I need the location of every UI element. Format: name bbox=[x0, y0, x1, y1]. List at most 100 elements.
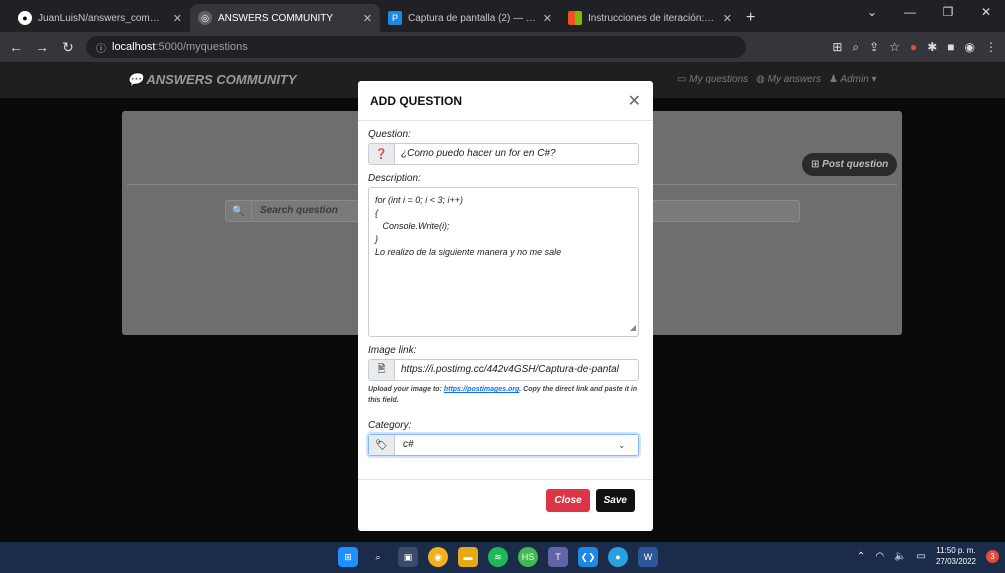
restore-button[interactable]: ❐ bbox=[929, 0, 967, 24]
close-icon[interactable]: ✕ bbox=[723, 12, 732, 25]
tab-title: JuanLuisN/answers_community bbox=[38, 12, 167, 24]
chevron-down-icon[interactable]: ⌄ bbox=[853, 0, 891, 24]
search-icon: 🔍 bbox=[226, 201, 252, 221]
tab-title: Instrucciones de iteración: refere bbox=[588, 12, 717, 24]
image-link-input[interactable]: https://i.postimg.cc/442v4GSH/Captura-de… bbox=[395, 360, 638, 380]
nav-label: My questions bbox=[689, 74, 749, 85]
nav-my-answers[interactable]: ◍ My answers bbox=[756, 74, 821, 85]
tab-title: Captura de pantalla (2) — Postim bbox=[408, 12, 537, 24]
tab-instructions[interactable]: Instrucciones de iteración: refere ✕ bbox=[560, 4, 740, 32]
extension-icon[interactable]: ● bbox=[910, 40, 917, 55]
taskbar-apps: ⊞ ⌕ ▣ ◉ ▬ ≋ HS T ❮❯ ● W bbox=[338, 547, 658, 567]
chrome-icon[interactable]: ◉ bbox=[428, 547, 448, 567]
modal-header: ADD QUESTION ✕ bbox=[358, 81, 653, 121]
nav-my-questions[interactable]: ▭ My questions bbox=[677, 74, 748, 85]
postimages-link[interactable]: https://postimages.org bbox=[444, 386, 519, 393]
hs-icon[interactable]: HS bbox=[518, 547, 538, 567]
tab-postimage[interactable]: P Captura de pantalla (2) — Postim ✕ bbox=[380, 4, 560, 32]
screen: ● JuanLuisN/answers_community ✕ ◎ ANSWER… bbox=[0, 0, 1005, 573]
clock[interactable]: 11:50 p. m. 27/03/2022 bbox=[936, 545, 976, 567]
puzzle-icon[interactable]: ✱ bbox=[927, 40, 937, 55]
close-icon[interactable]: ✕ bbox=[363, 12, 372, 25]
word-icon[interactable]: W bbox=[638, 547, 658, 567]
wifi-icon[interactable]: ◠ bbox=[875, 551, 884, 562]
postimage-icon: P bbox=[388, 11, 402, 25]
back-arrow-icon[interactable]: ← bbox=[8, 39, 24, 55]
description-textarea[interactable]: for (int i = 0; i < 3; i++) { Console.Wr… bbox=[368, 187, 639, 337]
modal-body: Question: ❓ ¿Como puedo hacer un for en … bbox=[358, 121, 653, 456]
image-input-group: 🖹 https://i.postimg.cc/442v4GSH/Captura-… bbox=[368, 359, 639, 381]
description-line: for (int i = 0; i < 3; i++) bbox=[375, 195, 464, 205]
search-input[interactable]: Search question bbox=[252, 201, 338, 221]
spotify-icon[interactable]: ≋ bbox=[488, 547, 508, 567]
folder-icon[interactable]: ▬ bbox=[458, 547, 478, 567]
chevron-down-icon: ⌄ bbox=[618, 440, 626, 450]
save-button[interactable]: Save bbox=[595, 489, 635, 512]
search-icon[interactable]: ⌕ bbox=[368, 547, 388, 567]
new-tab-button[interactable]: + bbox=[746, 4, 755, 32]
close-icon[interactable]: ✕ bbox=[173, 12, 182, 25]
volume-icon[interactable]: 🔈 bbox=[894, 551, 906, 562]
help-prefix: Upload your image to: bbox=[368, 386, 444, 393]
nav-admin[interactable]: ♟ Admin ▾ bbox=[829, 74, 877, 85]
globe-icon: ◎ bbox=[198, 11, 212, 25]
image-link-label: Image link: bbox=[368, 345, 417, 356]
minimize-button[interactable]: — bbox=[891, 0, 929, 24]
tags-icon: 🏷 bbox=[369, 435, 395, 455]
category-label: Category: bbox=[368, 420, 412, 431]
brand-text: ANSWERS COMMUNITY bbox=[146, 72, 297, 87]
tab-title: ANSWERS COMMUNITY bbox=[218, 12, 333, 24]
close-button[interactable]: Close bbox=[546, 489, 590, 512]
notification-badge[interactable]: 3 bbox=[986, 549, 999, 563]
window-close-button[interactable]: ✕ bbox=[967, 0, 1005, 24]
description-line: { bbox=[375, 208, 379, 218]
close-icon[interactable]: ✕ bbox=[543, 12, 552, 25]
battery-icon[interactable]: ▭ bbox=[917, 551, 926, 562]
app-icon[interactable]: ● bbox=[608, 547, 628, 567]
nav-label: Admin bbox=[840, 74, 869, 85]
zoom-icon[interactable]: ⌕ bbox=[852, 40, 859, 55]
forward-arrow-icon[interactable]: → bbox=[34, 39, 50, 55]
comments-icon: 💬 bbox=[127, 72, 144, 87]
file-image-icon: 🖹 bbox=[369, 360, 395, 380]
address-bar-row: ← → ↻ ⓘ localhost:5000/myquestions ⊞ ⌕ ⇪… bbox=[0, 32, 1005, 62]
post-question-button[interactable]: ⊞ Post question bbox=[802, 153, 898, 176]
tab-answers-community[interactable]: ◎ ANSWERS COMMUNITY ✕ bbox=[190, 4, 380, 32]
teams-icon[interactable]: T bbox=[548, 547, 568, 567]
url-field[interactable]: ⓘ localhost:5000/myquestions bbox=[86, 36, 746, 58]
info-icon[interactable]: ⓘ bbox=[96, 40, 106, 55]
comments-icon: ◍ bbox=[756, 74, 765, 85]
description-label: Description: bbox=[368, 173, 421, 184]
window-controls: ⌄ — ❐ ✕ bbox=[853, 0, 1005, 24]
tab-github[interactable]: ● JuanLuisN/answers_community ✕ bbox=[10, 4, 190, 32]
github-icon: ● bbox=[18, 11, 32, 25]
category-select[interactable]: 🏷 c# ⌄ bbox=[368, 434, 639, 456]
sidepanel-icon[interactable]: ■ bbox=[947, 40, 954, 55]
translate-icon[interactable]: ⊞ bbox=[832, 40, 842, 55]
chevron-up-icon[interactable]: ⌃ bbox=[857, 551, 865, 562]
browser-tab-bar: ● JuanLuisN/answers_community ✕ ◎ ANSWER… bbox=[0, 0, 1005, 32]
question-circle-icon: ❓ bbox=[369, 144, 395, 164]
task-view-icon[interactable]: ▣ bbox=[398, 547, 418, 567]
description-line: } bbox=[375, 234, 379, 244]
question-input[interactable]: ¿Como puedo hacer un for en C#? bbox=[395, 144, 638, 164]
share-icon[interactable]: ⇪ bbox=[869, 40, 879, 55]
add-question-modal: ADD QUESTION ✕ Question: ❓ ¿Como puedo h… bbox=[358, 81, 653, 531]
browser-toolbar-icons: ⊞ ⌕ ⇪ ☆ ● ✱ ■ ◉ ⋮ bbox=[832, 40, 997, 55]
avatar[interactable]: ◉ bbox=[965, 40, 975, 55]
menu-icon[interactable]: ⋮ bbox=[985, 40, 997, 55]
close-icon[interactable]: ✕ bbox=[628, 91, 641, 111]
resize-handle[interactable]: ◢ bbox=[630, 321, 636, 334]
windows-start-icon[interactable]: ⊞ bbox=[338, 547, 358, 567]
vscode-icon[interactable]: ❮❯ bbox=[578, 547, 598, 567]
nav-links: ▭ My questions ◍ My answers ♟ Admin ▾ bbox=[677, 74, 877, 85]
plus-square-icon: ⊞ bbox=[811, 159, 820, 170]
post-question-label: Post question bbox=[822, 159, 889, 170]
category-value: c# bbox=[403, 439, 414, 450]
image-help-text: Upload your image to: https://postimages… bbox=[368, 384, 639, 406]
star-icon[interactable]: ☆ bbox=[889, 40, 900, 55]
url-path: :5000/myquestions bbox=[155, 41, 248, 53]
user-icon: ♟ bbox=[829, 74, 838, 85]
reload-icon[interactable]: ↻ bbox=[60, 39, 76, 56]
brand[interactable]: 💬 ANSWERS COMMUNITY bbox=[127, 72, 297, 88]
